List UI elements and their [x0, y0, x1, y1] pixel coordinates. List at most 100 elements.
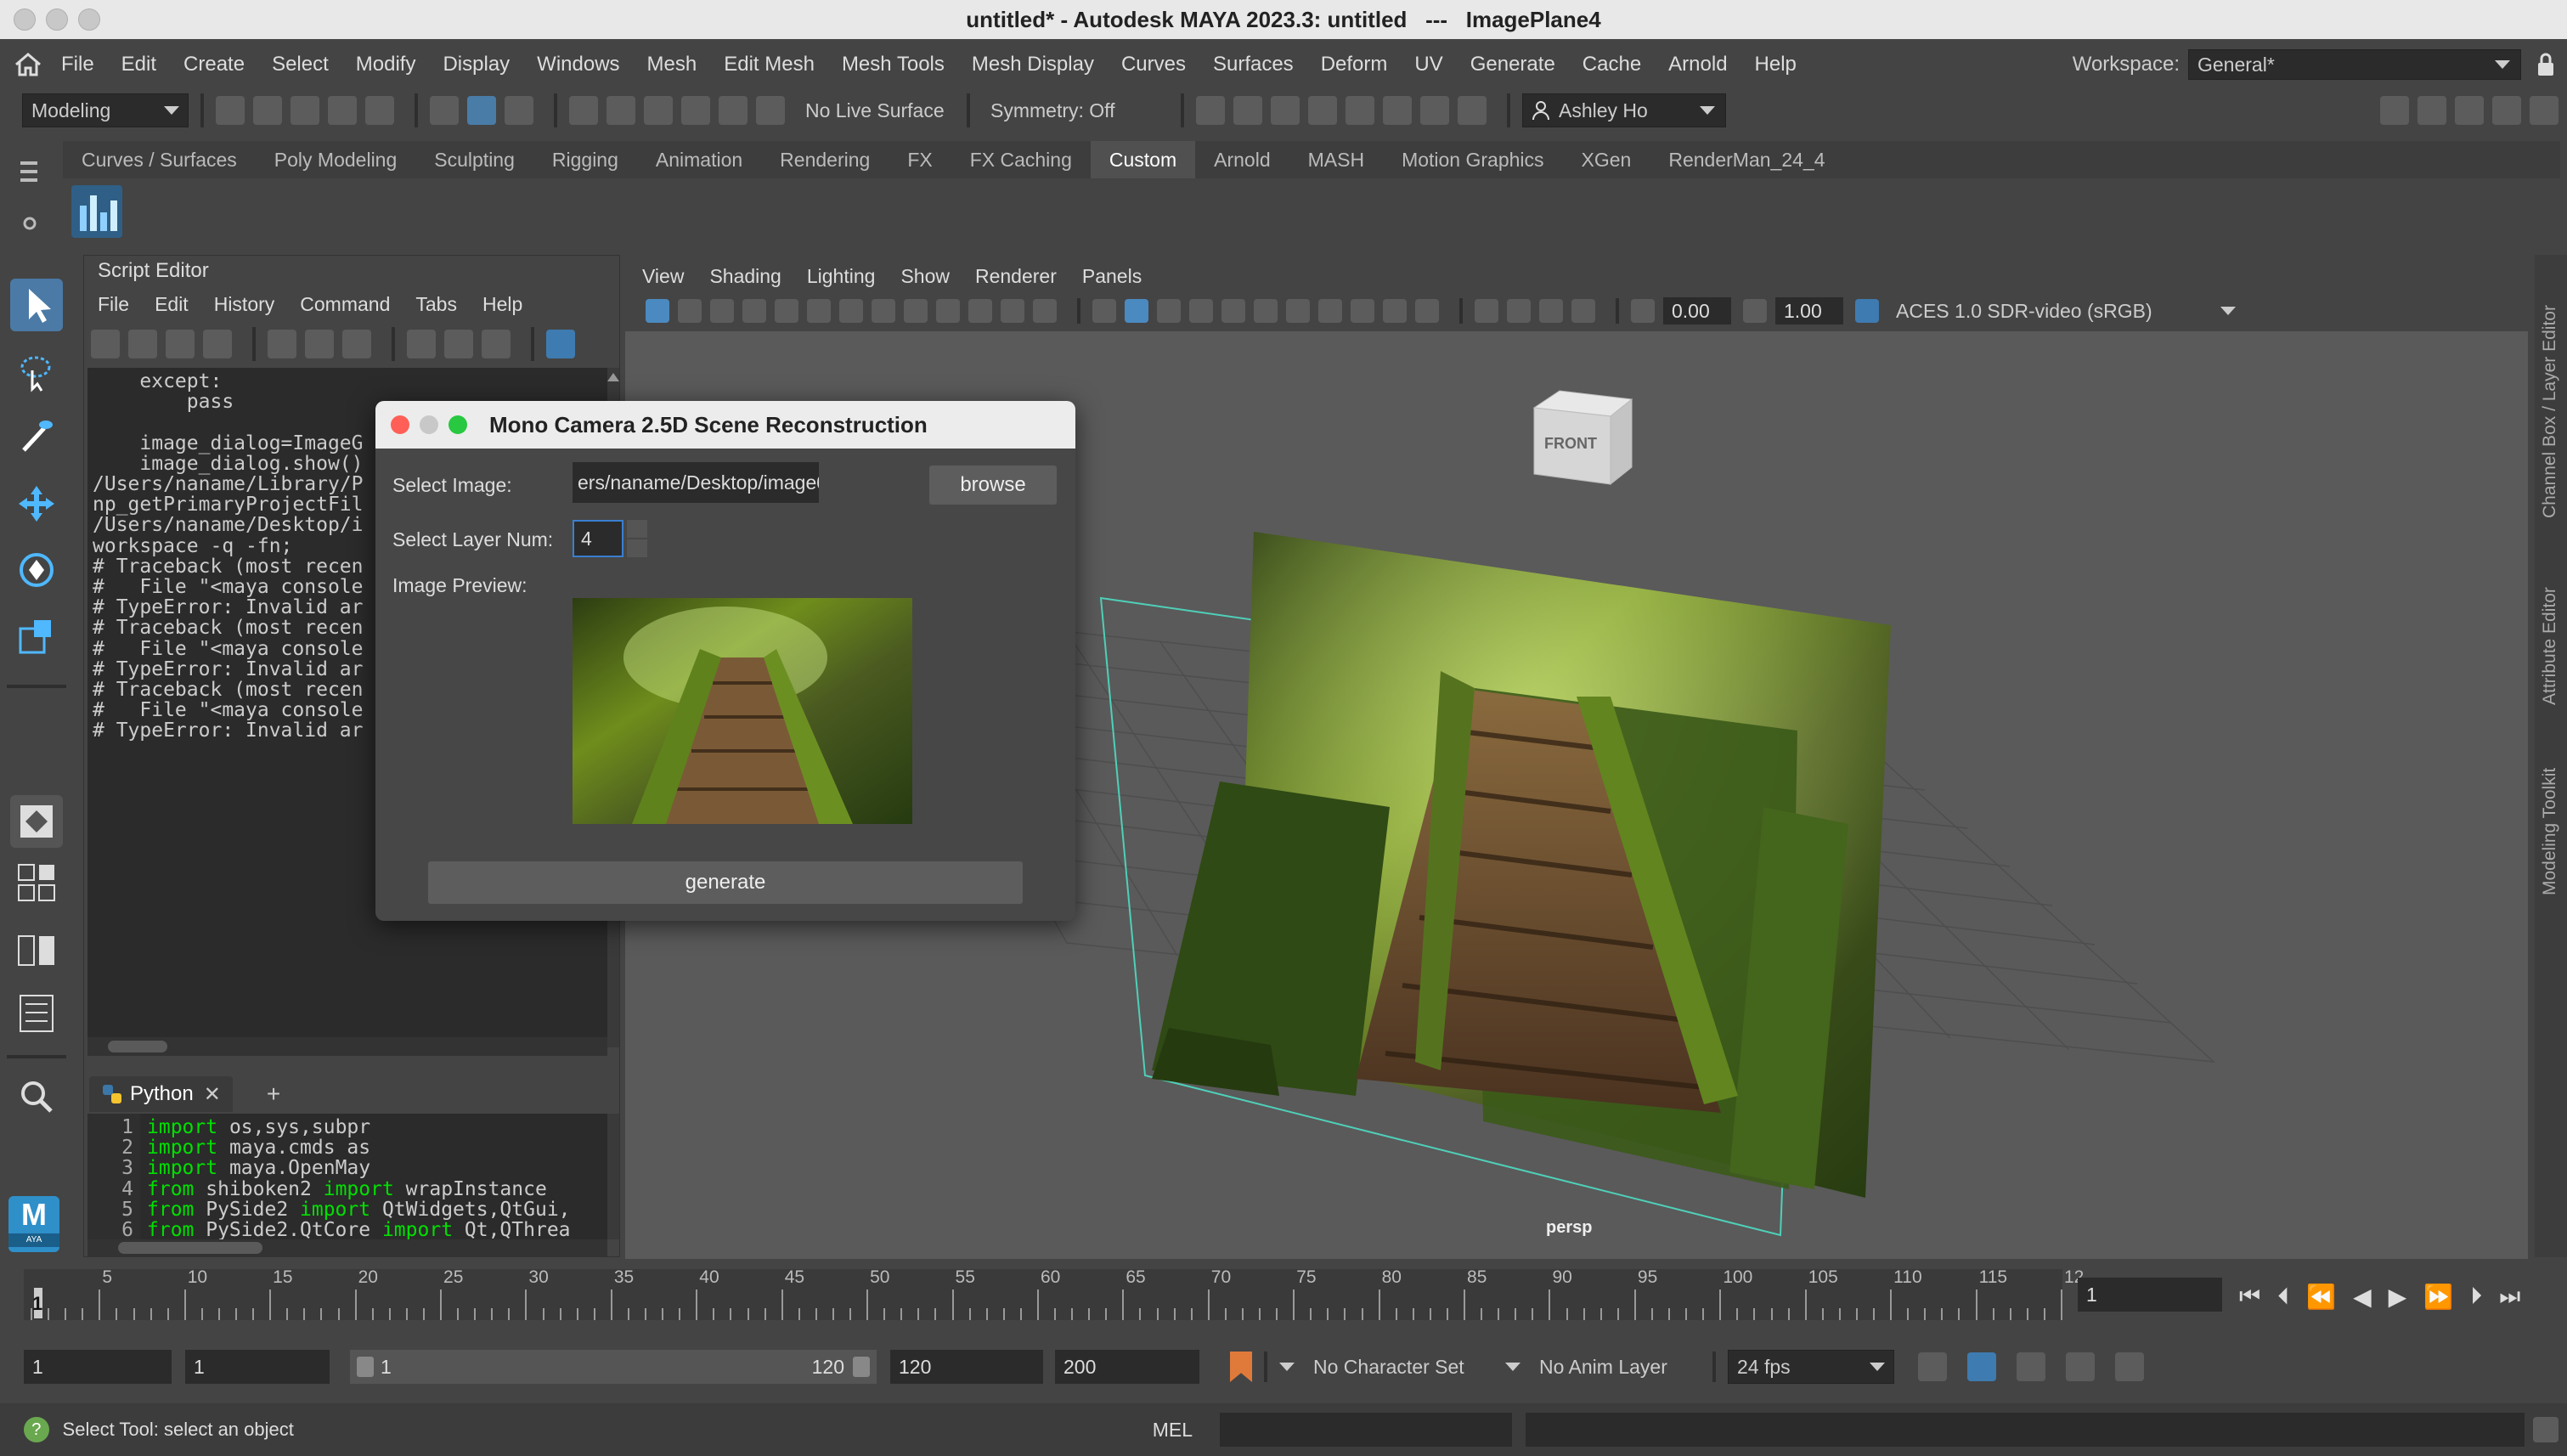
four-view-layout-icon[interactable]: [10, 856, 63, 909]
symmetry-dropdown[interactable]: Symmetry: Off: [982, 95, 1169, 126]
range-slider-bar[interactable]: 1 120: [350, 1350, 877, 1384]
viewport-menu-renderer[interactable]: Renderer: [975, 265, 1057, 288]
close-window-button[interactable]: [14, 8, 36, 31]
xray-icon[interactable]: [1507, 299, 1531, 323]
scale-tool-icon[interactable]: [10, 610, 63, 663]
input-scrollbar[interactable]: [607, 1114, 619, 1239]
playback-start-field[interactable]: 1: [185, 1350, 330, 1384]
script-input-editor[interactable]: 123456789101112131415161718 import os,sy…: [87, 1114, 607, 1239]
script-editor-menu-edit[interactable]: Edit: [155, 293, 189, 316]
script-editor-icon[interactable]: [2533, 1417, 2559, 1442]
menu-modify[interactable]: Modify: [356, 53, 416, 76]
modeling-toolkit-icon[interactable]: [2380, 96, 2409, 125]
dialog-zoom-button[interactable]: [449, 415, 467, 434]
resolution-gate-icon[interactable]: [904, 299, 928, 323]
wireframe-icon[interactable]: [1092, 299, 1116, 323]
snap-projected-center-icon[interactable]: [681, 96, 710, 125]
anti-aliasing-icon[interactable]: [1383, 299, 1407, 323]
search-icon[interactable]: [10, 1070, 63, 1123]
range-end-handle[interactable]: [853, 1357, 870, 1377]
hypershade-icon[interactable]: [1346, 96, 1374, 125]
menu-mesh[interactable]: Mesh: [647, 53, 697, 76]
menu-surfaces[interactable]: Surfaces: [1213, 53, 1294, 76]
shelf-tab-mash[interactable]: MASH: [1289, 141, 1383, 178]
select-component-icon[interactable]: [505, 96, 533, 125]
exposure-icon[interactable]: [1631, 299, 1655, 323]
menu-select[interactable]: Select: [272, 53, 329, 76]
attribute-editor-icon[interactable]: [2455, 96, 2484, 125]
shelf-tab-fx-caching[interactable]: FX Caching: [951, 141, 1091, 178]
textured-icon[interactable]: [1221, 299, 1245, 323]
select-tool-icon[interactable]: [10, 279, 63, 331]
menu-mesh-display[interactable]: Mesh Display: [972, 53, 1094, 76]
dialog-minimize-button[interactable]: [420, 415, 438, 434]
render-settings-icon[interactable]: [1308, 96, 1337, 125]
layer-num-spinbox[interactable]: 4: [573, 520, 623, 557]
xray-joints-icon[interactable]: [1539, 299, 1563, 323]
menu-edit[interactable]: Edit: [121, 53, 156, 76]
make-live-icon[interactable]: [756, 96, 785, 125]
playback-end-field[interactable]: 120: [890, 1350, 1043, 1384]
select-hierarchy-icon[interactable]: [430, 96, 459, 125]
pause-icon[interactable]: [1458, 96, 1487, 125]
viewport-menu-panels[interactable]: Panels: [1082, 265, 1142, 288]
view-cube[interactable]: FRONT: [1526, 382, 1636, 493]
script-editor-menu-command[interactable]: Command: [300, 293, 390, 316]
depth-of-field-icon[interactable]: [1415, 299, 1439, 323]
shelf-menu[interactable]: [20, 144, 54, 238]
shelf-tab-arnold[interactable]: Arnold: [1195, 141, 1289, 178]
view-transform-dropdown[interactable]: ACES 1.0 SDR-video (sRGB): [1887, 296, 2244, 325]
shelf-tab-xgen[interactable]: XGen: [1563, 141, 1650, 178]
two-view-layout-icon[interactable]: [10, 924, 63, 977]
grid-icon[interactable]: [839, 299, 863, 323]
viewport-menu-show[interactable]: Show: [900, 265, 950, 288]
animation-start-field[interactable]: 1: [24, 1350, 172, 1384]
show-input-icon[interactable]: [444, 330, 473, 358]
safe-title-icon[interactable]: [1033, 299, 1057, 323]
tab-python[interactable]: Python ✕: [89, 1076, 233, 1112]
lasso-tool-icon[interactable]: [10, 345, 63, 398]
show-both-icon[interactable]: [482, 330, 511, 358]
character-set-dropdown[interactable]: No Character Set: [1305, 1352, 1498, 1382]
generate-button[interactable]: generate: [428, 861, 1023, 904]
workspace-dropdown[interactable]: General*: [2188, 49, 2521, 80]
time-slider[interactable]: 5 10 15 20 25 30 35 40 45 50 55 60 65 70 75 80 85 90 95 100…: [0, 1264, 2567, 1329]
viewport-menu-lighting[interactable]: Lighting: [807, 265, 876, 288]
play-forwards-icon[interactable]: ▶: [2389, 1283, 2407, 1311]
range-start-handle[interactable]: [357, 1357, 374, 1377]
open-script-icon[interactable]: [91, 330, 120, 358]
menu-deform[interactable]: Deform: [1321, 53, 1388, 76]
shelf-tab-rendering[interactable]: Rendering: [761, 141, 889, 178]
attribute-editor-tab[interactable]: Attribute Editor: [2540, 587, 2560, 705]
menu-file[interactable]: File: [61, 53, 94, 76]
camera-attributes-icon[interactable]: [678, 299, 702, 323]
arnold-ipr-icon[interactable]: [1420, 96, 1449, 125]
film-gate-icon[interactable]: [872, 299, 895, 323]
go-to-end-icon[interactable]: ⏭: [2499, 1283, 2520, 1311]
menu-curves[interactable]: Curves: [1121, 53, 1186, 76]
menu-create[interactable]: Create: [183, 53, 245, 76]
move-tool-icon[interactable]: [10, 477, 63, 530]
menu-windows[interactable]: Windows: [537, 53, 619, 76]
new-scene-icon[interactable]: [216, 96, 245, 125]
spinbox-arrows[interactable]: [627, 520, 647, 557]
save-scene-icon[interactable]: [291, 96, 319, 125]
outliner-layout-icon[interactable]: [10, 987, 63, 1040]
sound-icon[interactable]: [2017, 1352, 2045, 1381]
minimize-window-button[interactable]: [46, 8, 68, 31]
step-forward-key-icon[interactable]: ⏩: [2423, 1283, 2453, 1311]
current-frame-field[interactable]: 1: [2078, 1278, 2222, 1312]
isolate-select-icon[interactable]: [1475, 299, 1498, 323]
modeling-toolkit-tab[interactable]: Modeling Toolkit: [2540, 768, 2560, 895]
rotate-tool-icon[interactable]: [10, 544, 63, 596]
xray-components-icon[interactable]: [1571, 299, 1595, 323]
zoom-window-button[interactable]: [78, 8, 100, 31]
dialog-close-button[interactable]: [391, 415, 409, 434]
shelf-tab-curves-surfaces[interactable]: Curves / Surfaces: [63, 141, 256, 178]
user-account-dropdown[interactable]: Ashley Ho: [1522, 93, 1726, 127]
snap-grid-icon[interactable]: [569, 96, 598, 125]
source-script-icon[interactable]: [128, 330, 157, 358]
snap-point-icon[interactable]: [644, 96, 673, 125]
paint-select-tool-icon[interactable]: [10, 411, 63, 464]
menu-display[interactable]: Display: [443, 53, 510, 76]
